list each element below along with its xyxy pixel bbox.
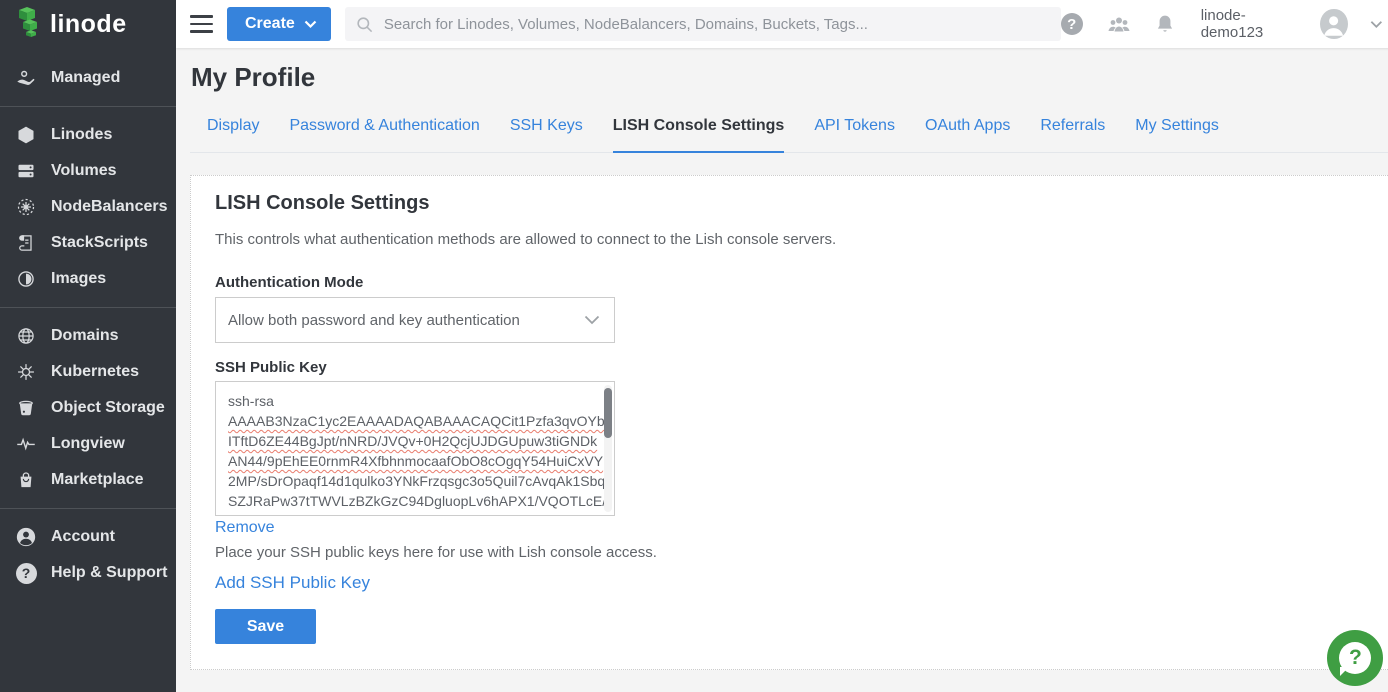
create-button[interactable]: Create: [227, 7, 331, 41]
page-content: My Profile Display Password & Authentica…: [176, 48, 1388, 692]
question-circle-icon: [15, 562, 37, 584]
linode-logo-icon: [14, 6, 42, 43]
sidebar-item-nodebalancers[interactable]: NodeBalancers: [0, 189, 176, 225]
add-ssh-public-key-link[interactable]: Add SSH Public Key: [215, 573, 370, 593]
page-title: My Profile: [190, 62, 1388, 93]
tab-ssh-keys[interactable]: SSH Keys: [510, 107, 583, 153]
auth-mode-select[interactable]: Allow both password and key authenticati…: [215, 297, 615, 343]
sidebar-item-label: Domains: [51, 327, 119, 345]
hamburger-menu-icon[interactable]: [190, 15, 213, 33]
community-icon[interactable]: [1105, 13, 1133, 35]
images-icon: [15, 268, 37, 290]
remove-key-link[interactable]: Remove: [215, 519, 275, 537]
sidebar-divider: [0, 307, 176, 308]
ssh-public-key-label: SSH Public Key: [215, 359, 1369, 376]
tab-oauth-apps[interactable]: OAuth Apps: [925, 107, 1010, 153]
ssh-key-text: ssh-rsa: [228, 391, 596, 411]
sidebar-divider: [0, 106, 176, 107]
sidebar-item-label: Managed: [51, 69, 120, 87]
sidebar: linode Managed Linodes: [0, 0, 176, 692]
hand-icon: [15, 67, 37, 89]
sidebar-item-label: Marketplace: [51, 471, 144, 489]
scrollbar-thumb[interactable]: [604, 388, 612, 438]
profile-tabs: Display Password & Authentication SSH Ke…: [190, 107, 1388, 153]
sidebar-nav: Managed Linodes Volumes: [0, 48, 176, 591]
tab-display[interactable]: Display: [207, 107, 259, 153]
panel-description: This controls what authentication method…: [215, 231, 1369, 248]
sidebar-item-account[interactable]: Account: [0, 519, 176, 555]
tab-referrals[interactable]: Referrals: [1040, 107, 1105, 153]
shopping-bag-icon: [15, 469, 37, 491]
sidebar-item-longview[interactable]: Longview: [0, 426, 176, 462]
sidebar-item-label: StackScripts: [51, 234, 148, 252]
sidebar-item-label: Kubernetes: [51, 363, 139, 381]
search-icon: [355, 15, 374, 34]
sidebar-item-label: Images: [51, 270, 106, 288]
help-fab-button[interactable]: [1327, 630, 1383, 686]
tab-api-tokens[interactable]: API Tokens: [814, 107, 895, 153]
person-circle-icon: [15, 526, 37, 548]
sidebar-item-images[interactable]: Images: [0, 261, 176, 297]
create-button-label: Create: [245, 15, 295, 33]
kubernetes-wheel-icon: [15, 361, 37, 383]
avatar[interactable]: [1320, 9, 1347, 39]
main-area: Create: [176, 0, 1388, 692]
sidebar-divider: [0, 508, 176, 509]
sidebar-item-label: Help & Support: [51, 564, 167, 582]
sidebar-item-label: NodeBalancers: [51, 198, 168, 216]
globe-icon: [15, 325, 37, 347]
chevron-down-icon: [304, 20, 317, 29]
auth-mode-label: Authentication Mode: [215, 274, 1369, 291]
ssh-key-text: AAAAB3NzaC1yc2EAAAADAQABAAACAQCit1Pzfa3q…: [228, 411, 596, 431]
app-window: linode Managed Linodes: [0, 0, 1388, 692]
sidebar-item-linodes[interactable]: Linodes: [0, 117, 176, 153]
ssh-key-text: AN44/9pEhEE0rnmR4XfbhnmocaafObO8cOgqY54H…: [228, 451, 596, 471]
cube-icon: [15, 124, 37, 146]
auth-mode-selected-value: Allow both password and key authenticati…: [228, 312, 584, 329]
top-bar: Create: [176, 0, 1388, 48]
help-icon[interactable]: [1061, 13, 1083, 35]
sidebar-item-object-storage[interactable]: Object Storage: [0, 390, 176, 426]
linode-logo-text: linode: [50, 10, 127, 39]
sidebar-item-marketplace[interactable]: Marketplace: [0, 462, 176, 498]
bucket-icon: [15, 397, 37, 419]
panel-title: LISH Console Settings: [215, 192, 1369, 215]
tab-lish-console-settings[interactable]: LISH Console Settings: [613, 107, 785, 153]
lish-settings-panel: LISH Console Settings This controls what…: [190, 175, 1388, 670]
textarea-scrollbar[interactable]: [604, 385, 612, 512]
save-button[interactable]: Save: [215, 609, 316, 644]
sidebar-item-label: Account: [51, 528, 115, 546]
ssh-key-text: SZJRaPw37tTWVLzBZkGzC94DgluopLv6hAPX1/VQ…: [228, 491, 596, 511]
chevron-down-icon: [584, 315, 600, 325]
sidebar-item-managed[interactable]: Managed: [0, 60, 176, 96]
sidebar-item-domains[interactable]: Domains: [0, 318, 176, 354]
tab-password-authentication[interactable]: Password & Authentication: [289, 107, 479, 153]
volumes-icon: [15, 160, 37, 182]
linode-logo[interactable]: linode: [0, 0, 176, 48]
search-bar[interactable]: [345, 7, 1061, 41]
sidebar-item-label: Volumes: [51, 162, 117, 180]
sidebar-item-label: Longview: [51, 435, 125, 453]
sidebar-item-label: Object Storage: [51, 399, 165, 417]
sidebar-item-volumes[interactable]: Volumes: [0, 153, 176, 189]
search-input[interactable]: [384, 16, 1051, 33]
ssh-key-text: 2MP/sDrOpaqf14d1qulko3YNkFrzqsgc3o5Quil7…: [228, 471, 596, 491]
ssh-key-text: ITftD6ZE44BgJpt/nNRD/JVQv+0H2QcjUJDGUpuw…: [228, 431, 596, 451]
nodebalancer-icon: [15, 196, 37, 218]
ssh-key-helper-text: Place your SSH public keys here for use …: [215, 544, 1369, 561]
topbar-actions: linode-demo123: [1061, 7, 1383, 41]
sidebar-item-kubernetes[interactable]: Kubernetes: [0, 354, 176, 390]
question-bubble-icon: [1339, 642, 1371, 674]
notifications-bell-icon[interactable]: [1155, 13, 1175, 35]
stackscripts-icon: [15, 232, 37, 254]
sidebar-item-stackscripts[interactable]: StackScripts: [0, 225, 176, 261]
chevron-down-icon[interactable]: [1370, 20, 1383, 29]
tab-my-settings[interactable]: My Settings: [1135, 107, 1219, 153]
username-label[interactable]: linode-demo123: [1201, 7, 1299, 41]
pulse-icon: [15, 433, 37, 455]
sidebar-item-label: Linodes: [51, 126, 112, 144]
ssh-public-key-textarea[interactable]: ssh-rsa AAAAB3NzaC1yc2EAAAADAQABAAACAQCi…: [215, 381, 615, 516]
sidebar-item-help-support[interactable]: Help & Support: [0, 555, 176, 591]
